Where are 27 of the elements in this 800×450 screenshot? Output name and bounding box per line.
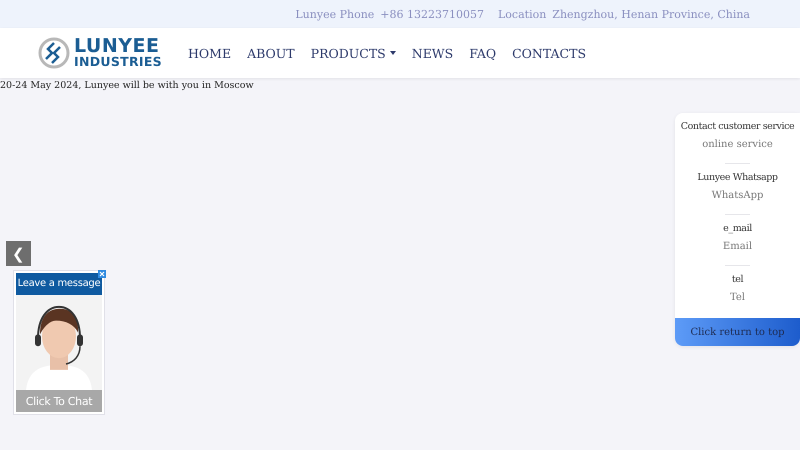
contact-link[interactable]: Tel	[730, 290, 745, 305]
logo-subtext: INDUSTRIES	[74, 56, 162, 69]
nav-link[interactable]: NEWS	[412, 46, 454, 60]
announcement-text: 20-24 May 2024, Lunyee will be with you in Moscow	[0, 79, 255, 91]
nav-link[interactable]: PRODUCTS	[310, 46, 396, 60]
close-icon[interactable]	[98, 270, 106, 278]
nav-link[interactable]: FAQ	[469, 46, 496, 60]
contact-title: Contact customer service	[680, 120, 794, 134]
nav-link[interactable]: CONTACTS	[512, 46, 586, 60]
nav-link[interactable]: HOME	[188, 46, 232, 60]
contact-link[interactable]: WhatsApp	[712, 188, 764, 203]
location-text: Zhengzhou, Henan Province, China	[552, 8, 750, 20]
phone-label: Lunyee Phone	[295, 8, 374, 20]
contact-title: Lunyee Whatsapp	[697, 171, 778, 185]
previous-button[interactable]: ❮	[6, 241, 31, 266]
caret-icon	[390, 51, 396, 55]
logo-icon	[38, 37, 70, 69]
chat-header: Leave a message	[16, 273, 102, 295]
location-label: Location	[498, 8, 546, 20]
chat-widget[interactable]: Leave a message Click To Chat	[13, 270, 105, 415]
logo-text: LUNYEE	[74, 37, 160, 56]
contact-title: tel	[732, 273, 744, 287]
contact-link[interactable]: Email	[722, 239, 752, 254]
contact-link[interactable]: online service	[702, 137, 773, 152]
contact-title: e_mail	[723, 222, 752, 236]
phone-number: +86 13223710057	[380, 8, 484, 20]
nav-link[interactable]: ABOUT	[247, 46, 295, 60]
